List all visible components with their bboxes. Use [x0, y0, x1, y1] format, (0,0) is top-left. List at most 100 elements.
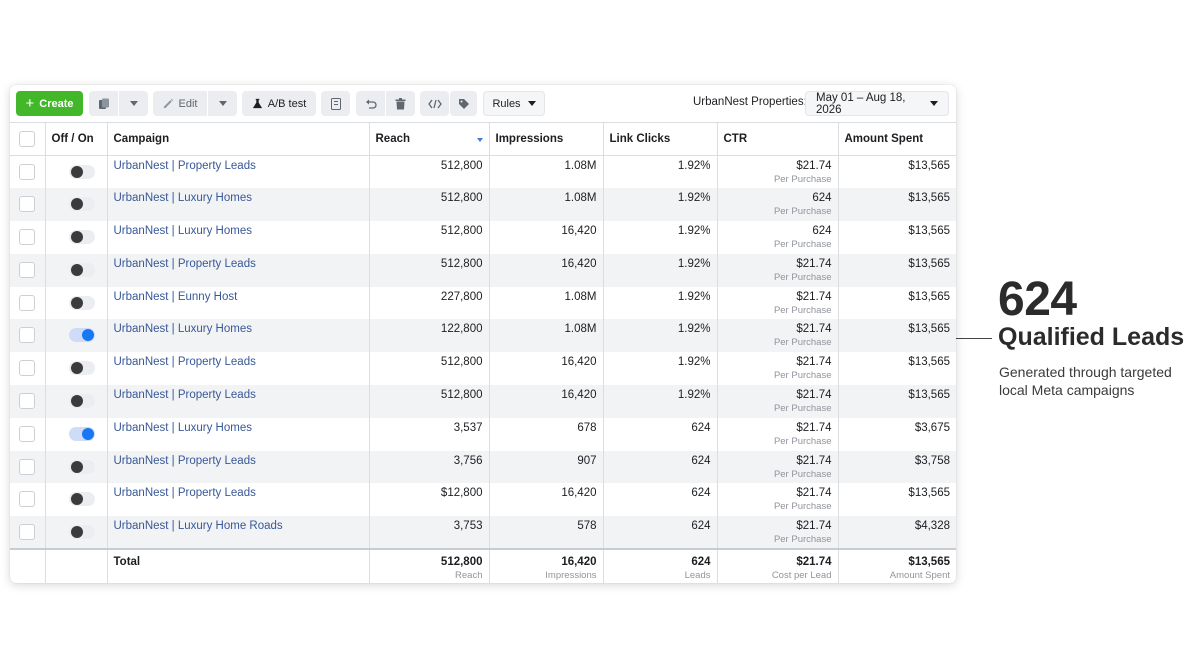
- table-row[interactable]: UrbanNest | Luxury Homes 512,800 16,420 1.9…: [10, 221, 956, 254]
- date-range-picker[interactable]: May 01 – Aug 18, 2026: [805, 91, 949, 116]
- col-ctr[interactable]: CTR: [717, 122, 839, 156]
- table-row[interactable]: UrbanNest | Property Leads 512,800 16,420 1…: [10, 352, 956, 386]
- campaign-toggle[interactable]: [68, 426, 95, 441]
- campaign-toggle[interactable]: [68, 262, 95, 277]
- row-select-cell[interactable]: [10, 155, 46, 189]
- table-row[interactable]: UrbanNest | Property Leads 512,800 1.08M 1.…: [10, 155, 956, 189]
- row-select-cell[interactable]: [10, 286, 46, 320]
- campaign-toggle[interactable]: [68, 230, 95, 245]
- toggle-knob: [70, 296, 83, 309]
- table-row[interactable]: UrbanNest | Luxury Homes 3,537 678 624 $21.7…: [10, 417, 956, 451]
- campaign-toggle[interactable]: [68, 525, 95, 540]
- campaign-name-link[interactable]: UrbanNest | Luxury Homes: [107, 319, 370, 353]
- row-toggle-cell[interactable]: [45, 188, 108, 222]
- table-row[interactable]: UrbanNest | Property Leads $12,800 16,420 6…: [10, 483, 956, 517]
- duplicate-button[interactable]: [89, 91, 148, 116]
- trash-icon[interactable]: [386, 91, 415, 116]
- rules-dropdown[interactable]: Rules: [483, 91, 545, 116]
- row-checkbox[interactable]: [19, 327, 36, 344]
- row-toggle-cell[interactable]: [45, 483, 108, 517]
- impressions-cell: 1.08M: [489, 319, 604, 353]
- row-select-cell[interactable]: [10, 253, 46, 287]
- row-select-cell[interactable]: [10, 319, 46, 353]
- row-checkbox[interactable]: [19, 425, 36, 442]
- row-checkbox[interactable]: [19, 164, 36, 180]
- ab-test-button[interactable]: A/B test: [242, 91, 316, 116]
- campaign-toggle[interactable]: [68, 394, 95, 409]
- row-checkbox[interactable]: [19, 393, 36, 410]
- tag-button[interactable]: [450, 91, 477, 116]
- col-campaign[interactable]: Campaign: [107, 122, 370, 156]
- edit-button[interactable]: Edit: [153, 91, 237, 116]
- create-button[interactable]: + Create: [16, 91, 83, 116]
- campaign-name-link[interactable]: UrbanNest | Property Leads: [107, 385, 370, 418]
- table-row[interactable]: UrbanNest | Property Leads 3,756 907 624 $21…: [10, 450, 956, 484]
- campaign-toggle[interactable]: [68, 328, 95, 343]
- campaign-toggle[interactable]: [68, 361, 95, 376]
- campaign-toggle[interactable]: [68, 165, 95, 179]
- campaign-name-link[interactable]: UrbanNest | Eunny Host: [107, 286, 370, 320]
- row-checkbox[interactable]: [19, 491, 36, 508]
- row-select-cell[interactable]: [10, 352, 46, 386]
- campaign-name-link[interactable]: UrbanNest | Property Leads: [107, 155, 370, 189]
- campaign-name-link[interactable]: UrbanNest | Luxury Homes: [107, 417, 370, 451]
- ctr-sub-label: Per Purchase: [773, 271, 832, 283]
- row-toggle-cell[interactable]: [45, 352, 108, 386]
- col-amount-spent[interactable]: Amount Spent: [838, 122, 956, 156]
- campaign-toggle[interactable]: [68, 492, 95, 507]
- amount-spent-cell: $13,565: [908, 160, 950, 172]
- col-reach[interactable]: Reach: [369, 122, 490, 156]
- col-impressions[interactable]: Impressions: [489, 122, 604, 156]
- table-row[interactable]: UrbanNest | Luxury Home Roads 3,753 578 624…: [10, 516, 956, 550]
- row-checkbox[interactable]: [19, 360, 36, 377]
- campaign-toggle[interactable]: [68, 459, 95, 474]
- row-checkbox[interactable]: [19, 229, 36, 246]
- campaign-name-link[interactable]: UrbanNest | Luxury Homes: [107, 188, 370, 222]
- campaign-toggle[interactable]: [68, 197, 95, 212]
- undo-icon[interactable]: [356, 91, 385, 116]
- campaign-name-link[interactable]: UrbanNest | Property Leads: [107, 253, 370, 287]
- row-select-cell[interactable]: [10, 385, 46, 418]
- campaign-name-link[interactable]: UrbanNest | Property Leads: [107, 450, 370, 484]
- edit-dropdown-icon[interactable]: [208, 91, 237, 116]
- row-checkbox[interactable]: [19, 524, 36, 541]
- col-link-clicks[interactable]: Link Clicks: [603, 122, 718, 156]
- table-row[interactable]: UrbanNest | Luxury Homes 512,800 1.08M 1.92…: [10, 188, 956, 222]
- select-all-checkbox[interactable]: [19, 131, 36, 147]
- table-row[interactable]: UrbanNest | Luxury Homes 122,800 1.08M 1.92…: [10, 319, 956, 353]
- campaign-name-link[interactable]: UrbanNest | Property Leads: [107, 352, 370, 386]
- select-all-cell[interactable]: [10, 122, 46, 156]
- campaign-name-link[interactable]: UrbanNest | Luxury Homes: [107, 221, 370, 254]
- table-row[interactable]: UrbanNest | Property Leads 512,800 16,420 1…: [10, 253, 956, 287]
- duplicate-dropdown-icon[interactable]: [119, 91, 148, 116]
- row-toggle-cell[interactable]: [45, 253, 108, 287]
- row-toggle-cell[interactable]: [45, 385, 108, 418]
- row-select-cell[interactable]: [10, 188, 46, 222]
- row-select-cell[interactable]: [10, 516, 46, 550]
- row-select-cell[interactable]: [10, 221, 46, 254]
- row-toggle-cell[interactable]: [45, 286, 108, 320]
- campaign-toggle[interactable]: [68, 295, 95, 310]
- col-off-on[interactable]: Off / On: [45, 122, 108, 156]
- row-checkbox[interactable]: [19, 261, 36, 278]
- campaign-name-link[interactable]: UrbanNest | Property Leads: [107, 483, 370, 517]
- row-toggle-cell[interactable]: [45, 450, 108, 484]
- campaign-name-link[interactable]: UrbanNest | Luxury Home Roads: [107, 516, 370, 550]
- row-checkbox[interactable]: [19, 294, 36, 311]
- table-row[interactable]: UrbanNest | Eunny Host 227,800 1.08M 1.92% $…: [10, 286, 956, 320]
- row-select-cell[interactable]: [10, 450, 46, 484]
- toggle-knob: [81, 329, 94, 342]
- row-toggle-cell[interactable]: [45, 417, 108, 451]
- row-checkbox[interactable]: [19, 196, 36, 213]
- row-toggle-cell[interactable]: [45, 221, 108, 254]
- row-select-cell[interactable]: [10, 417, 46, 451]
- row-toggle-cell[interactable]: [45, 319, 108, 353]
- row-toggle-cell[interactable]: [45, 516, 108, 550]
- row-checkbox[interactable]: [19, 458, 36, 475]
- row-select-cell[interactable]: [10, 483, 46, 517]
- report-button[interactable]: [321, 91, 350, 116]
- table-row[interactable]: UrbanNest | Property Leads 512,800 16,420 1…: [10, 385, 956, 418]
- link-clicks-cell: 1.92%: [603, 188, 718, 222]
- code-button[interactable]: [420, 91, 449, 116]
- row-toggle-cell[interactable]: [45, 155, 108, 189]
